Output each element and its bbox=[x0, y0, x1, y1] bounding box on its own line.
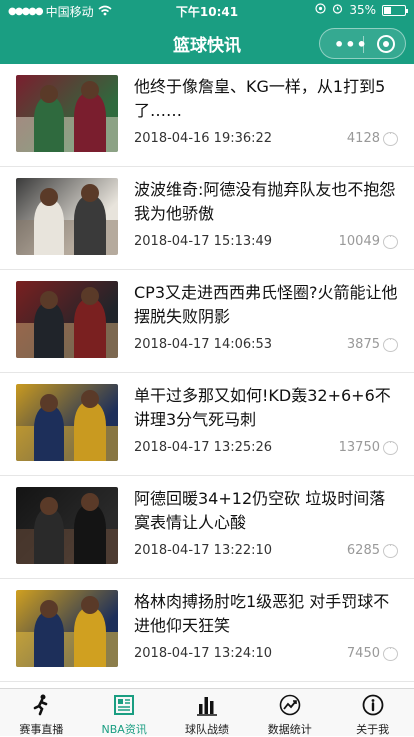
tab-3[interactable]: 数据统计 bbox=[248, 689, 331, 736]
comment-count: 4128 bbox=[346, 131, 380, 146]
nav-bar: 篮球快讯 ••• bbox=[0, 22, 414, 64]
news-item[interactable]: 单干过多那又如何!KD轰32+6+6不讲理3分气死马刺 2018-04-17 1… bbox=[0, 373, 414, 476]
trend-circle-icon bbox=[277, 693, 303, 717]
comment-icon bbox=[383, 642, 398, 661]
news-thumbnail bbox=[16, 178, 118, 255]
comment-count: 10049 bbox=[338, 234, 380, 249]
news-item[interactable]: 格林肉搏扬肘吃1级恶犯 对手罚球不进他仰天狂笑 2018-04-17 13:24… bbox=[0, 579, 414, 682]
comment-count: 6285 bbox=[346, 543, 380, 558]
comment-icon bbox=[383, 539, 398, 558]
comment-count: 13750 bbox=[338, 440, 380, 455]
news-thumbnail bbox=[16, 75, 118, 152]
news-title: 阿德回暖34+12仍空砍 垃圾时间落寞表情让人心酸 bbox=[134, 489, 386, 532]
news-title: CP3又走进西西弗氏怪圈?火箭能让他摆脱失败阴影 bbox=[134, 283, 398, 326]
comment-count: 7450 bbox=[346, 646, 380, 661]
news-thumbnail bbox=[16, 590, 118, 667]
news-date: 2018-04-17 13:22:10 bbox=[134, 543, 273, 558]
news-item[interactable]: 他终于像詹皇、KG一样，从1打到5了…… 2018-04-16 19:36:22… bbox=[0, 64, 414, 167]
news-date: 2018-04-17 13:25:26 bbox=[134, 440, 273, 455]
tab-label: NBA资讯 bbox=[101, 723, 147, 736]
news-title: 格林肉搏扬肘吃1级恶犯 对手罚球不进他仰天狂笑 bbox=[134, 592, 390, 635]
status-right: 35% bbox=[315, 3, 408, 17]
location-icon bbox=[315, 3, 326, 17]
comment-icon bbox=[383, 333, 398, 352]
comment-icon bbox=[383, 436, 398, 455]
info-circle-icon bbox=[360, 693, 386, 717]
comment-count: 3875 bbox=[346, 337, 380, 352]
news-thumbnail bbox=[16, 487, 118, 564]
news-item[interactable]: CP3又走进西西弗氏怪圈?火箭能让他摆脱失败阴影 2018-04-17 14:0… bbox=[0, 270, 414, 373]
news-date: 2018-04-17 14:06:53 bbox=[134, 337, 273, 352]
capsule-divider bbox=[363, 36, 364, 53]
running-player-icon bbox=[28, 693, 54, 717]
news-thumbnail bbox=[16, 384, 118, 461]
news-item[interactable]: 阿德回暖34+12仍空砍 垃圾时间落寞表情让人心酸 2018-04-17 13:… bbox=[0, 476, 414, 579]
alarm-icon bbox=[332, 3, 343, 17]
news-title: 他终于像詹皇、KG一样，从1打到5了…… bbox=[134, 77, 386, 120]
status-bar: ●●●●● 中国移动 下午10:41 35% bbox=[0, 0, 414, 22]
miniprogram-capsule: ••• bbox=[319, 28, 406, 59]
news-title: 波波维奇:阿德没有抛弃队友也不抱怨我为他骄傲 bbox=[134, 180, 396, 223]
news-item[interactable]: 波波维奇:阿德没有抛弃队友也不抱怨我为他骄傲 2018-04-17 15:13:… bbox=[0, 167, 414, 270]
tab-label: 关于我 bbox=[356, 723, 390, 736]
news-date: 2018-04-17 15:13:49 bbox=[134, 234, 273, 249]
battery-percent: 35% bbox=[349, 3, 376, 17]
news-feed[interactable]: 他终于像詹皇、KG一样，从1打到5了…… 2018-04-16 19:36:22… bbox=[0, 64, 414, 688]
tab-label: 球队战绩 bbox=[184, 723, 229, 736]
bar-chart-icon bbox=[194, 693, 220, 717]
tab-label: 数据统计 bbox=[267, 723, 312, 736]
news-date: 2018-04-16 19:36:22 bbox=[134, 131, 273, 146]
battery-icon bbox=[382, 4, 408, 16]
news-date: 2018-04-17 13:24:10 bbox=[134, 646, 273, 661]
comment-icon bbox=[383, 127, 398, 146]
close-circle-icon[interactable] bbox=[377, 35, 395, 53]
tab-4[interactable]: 关于我 bbox=[331, 689, 414, 736]
tab-0[interactable]: 赛事直播 bbox=[0, 689, 83, 736]
news-thumbnail bbox=[16, 281, 118, 358]
tab-1[interactable]: NBA资讯 bbox=[83, 689, 166, 736]
news-title: 单干过多那又如何!KD轰32+6+6不讲理3分气死马刺 bbox=[134, 386, 391, 429]
tab-bar: 赛事直播 NBA资讯 球队战绩 数据统计 关于我 bbox=[0, 688, 414, 736]
tab-2[interactable]: 球队战绩 bbox=[166, 689, 249, 736]
news-list-icon bbox=[111, 693, 137, 717]
comment-icon bbox=[383, 230, 398, 249]
tab-label: 赛事直播 bbox=[19, 723, 64, 736]
